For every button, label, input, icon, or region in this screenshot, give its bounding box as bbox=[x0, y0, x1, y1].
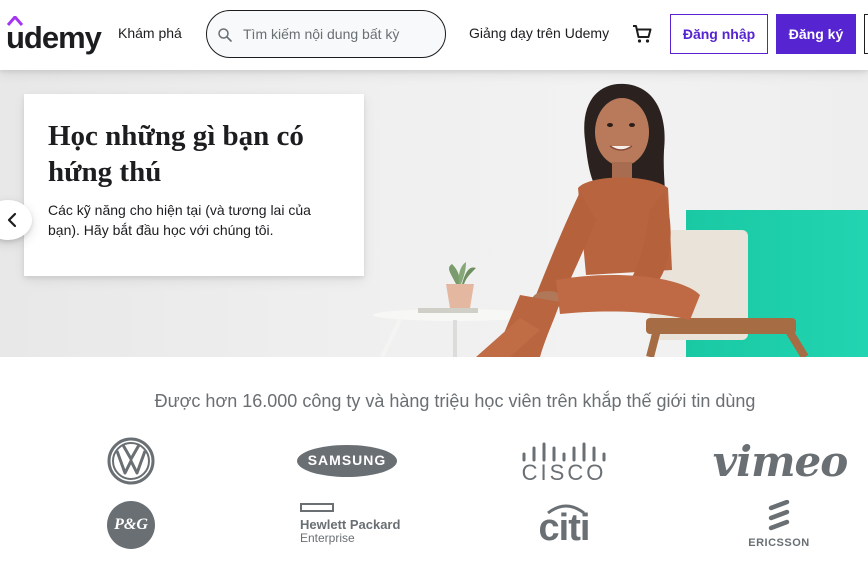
cart-icon[interactable] bbox=[630, 22, 654, 46]
hpe-logo: Hewlett Packard Enterprise bbox=[298, 503, 401, 545]
login-button[interactable]: Đăng nhập bbox=[670, 14, 768, 54]
language-button[interactable] bbox=[864, 14, 868, 54]
search-bar[interactable] bbox=[206, 10, 446, 58]
trusted-companies-title: Được hơn 16.000 công ty và hàng triệu họ… bbox=[154, 391, 756, 411]
ericsson-wordmark: ERICSSON bbox=[748, 537, 810, 549]
hpe-wordmark-line2: Enterprise bbox=[300, 531, 355, 545]
vimeo-logo: vimeo bbox=[712, 436, 849, 486]
vimeo-wordmark: vimeo bbox=[712, 436, 849, 486]
hero-card: Học những gì bạn có hứng thú Các kỹ năng… bbox=[24, 94, 364, 276]
citi-wordmark: citi bbox=[538, 507, 591, 549]
ericsson-logo: ERICSSON bbox=[748, 500, 810, 550]
explore-link[interactable]: Khám phá bbox=[118, 25, 182, 41]
hero-subtitle: Các kỹ năng cho hiện tại (và tương lai c… bbox=[48, 202, 311, 238]
hero-banner: Học những gì bạn có hứng thú Các kỹ năng… bbox=[0, 70, 868, 357]
cisco-logo: CISCO bbox=[520, 440, 608, 485]
citi-logo: citi bbox=[530, 503, 598, 549]
top-nav: udemy Khám phá Giảng dạy trên Udemy Đăng… bbox=[0, 0, 868, 70]
pg-wordmark: P&G bbox=[114, 516, 148, 533]
signup-button[interactable]: Đăng ký bbox=[776, 14, 856, 54]
samsung-logo: SAMSUNG bbox=[296, 443, 398, 479]
logo-text: udemy bbox=[6, 20, 102, 55]
cisco-wordmark: CISCO bbox=[521, 460, 607, 485]
volkswagen-logo bbox=[106, 437, 156, 485]
hero-title: Học những gì bạn có hứng thú bbox=[48, 120, 304, 188]
hpe-wordmark-line1: Hewlett Packard bbox=[300, 517, 401, 532]
search-input[interactable] bbox=[243, 11, 439, 57]
search-icon[interactable] bbox=[216, 26, 234, 44]
chevron-left-icon bbox=[7, 212, 17, 228]
udemy-logo[interactable]: udemy bbox=[6, 16, 102, 55]
pg-logo: P&G bbox=[106, 500, 156, 550]
samsung-wordmark: SAMSUNG bbox=[307, 452, 387, 468]
teach-on-udemy-link[interactable]: Giảng dạy trên Udemy bbox=[469, 25, 609, 41]
